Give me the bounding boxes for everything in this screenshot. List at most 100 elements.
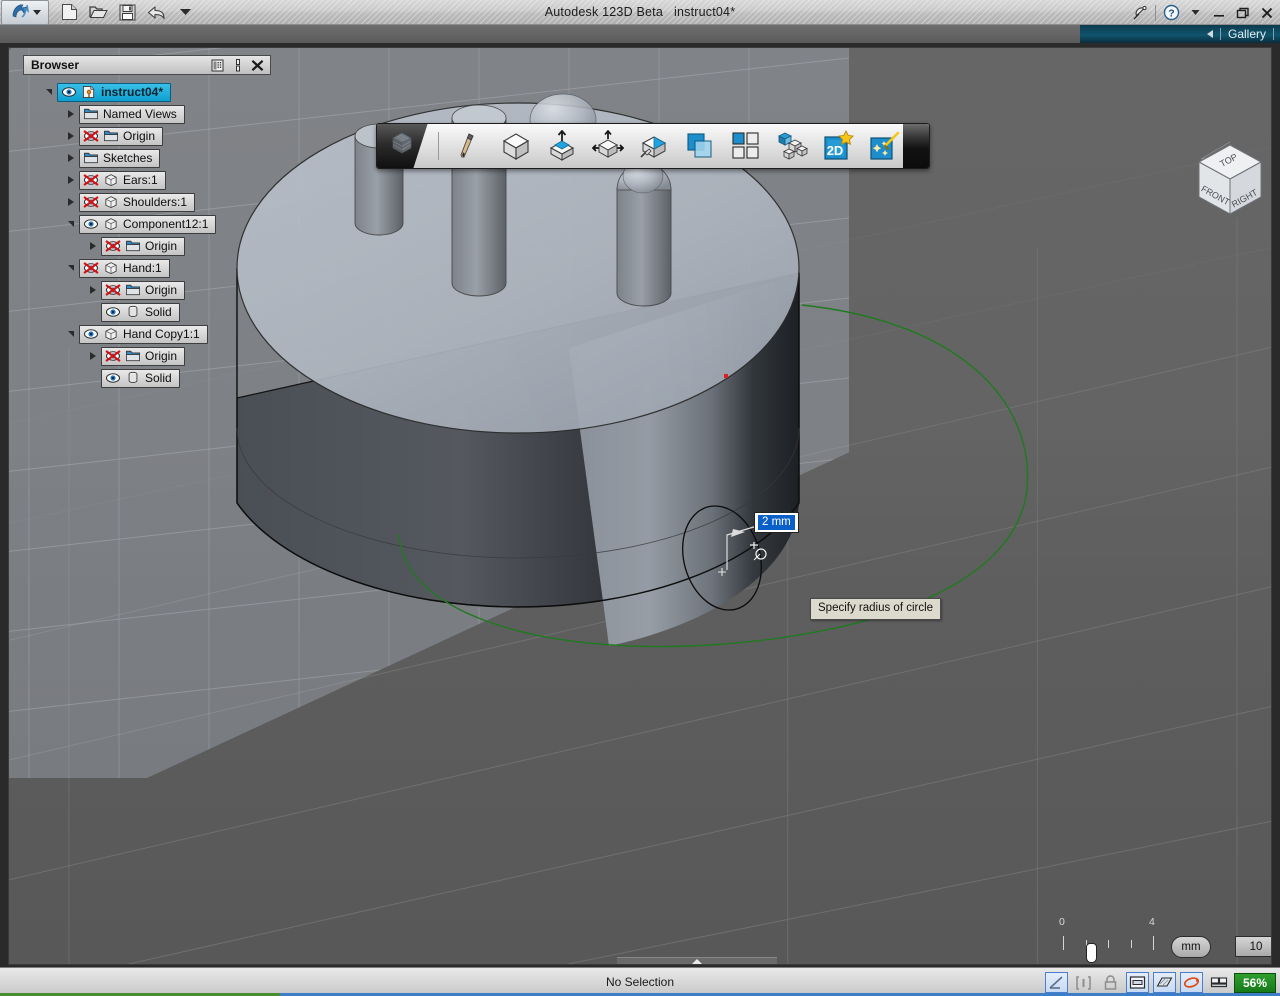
main-toolbar[interactable]: 2D	[376, 123, 930, 169]
tree-node[interactable]: Solid	[23, 301, 271, 323]
pattern-tool[interactable]	[635, 127, 673, 165]
view-cube[interactable]: TOP FRONT RIGHT	[1187, 136, 1272, 222]
tree-node[interactable]: Origin	[23, 345, 271, 367]
origin-point-marker	[724, 374, 728, 378]
twisty-glyph	[90, 352, 96, 360]
lock-toggle[interactable]	[1099, 972, 1122, 993]
tree-node[interactable]: Origin	[23, 235, 271, 257]
modify-tool[interactable]	[589, 127, 627, 165]
tree-twisty-open-icon[interactable]	[41, 84, 57, 100]
tree-node-chip[interactable]: Origin	[101, 347, 185, 366]
scale-ruler[interactable]: 0 4 1 mm 10	[1049, 916, 1272, 965]
grid-toggle[interactable]	[1126, 972, 1149, 993]
construct-tool[interactable]	[543, 127, 581, 165]
tree-node[interactable]: Named Views	[23, 103, 271, 125]
tree-node-chip[interactable]: Ears:1	[79, 171, 166, 190]
app-menu-chevron-down-icon	[33, 10, 41, 15]
assemble-tool[interactable]	[773, 127, 811, 165]
tree-node[interactable]: Shoulders:1	[23, 191, 271, 213]
question-circle-icon[interactable]: ?	[1162, 4, 1180, 22]
3d-viewport[interactable]: Browser	[8, 47, 1272, 965]
tree-node[interactable]: Ears:1	[23, 169, 271, 191]
new-document-button[interactable]	[59, 2, 79, 22]
tree-node-chip[interactable]: Sketches	[79, 149, 160, 168]
display-mode-toggle[interactable]	[1207, 972, 1230, 993]
tree-node[interactable]: Origin	[23, 125, 271, 147]
status-bar-tools[interactable]: 56%	[1045, 968, 1276, 996]
combine-tool[interactable]	[681, 127, 719, 165]
sketch-tool[interactable]	[451, 127, 489, 165]
tree-node-chip[interactable]: Solid	[101, 303, 180, 322]
plane-toggle[interactable]	[1153, 972, 1176, 993]
grouping-tool[interactable]	[727, 127, 765, 165]
tree-twisty-closed-icon[interactable]	[63, 150, 79, 166]
tree-node-chip[interactable]: Named Views	[79, 105, 185, 124]
cube-arrows-icon	[592, 130, 624, 162]
open-document-button[interactable]	[88, 2, 108, 22]
constraints-toggle[interactable]	[1072, 972, 1095, 993]
tree-twisty-open-icon[interactable]	[63, 216, 79, 232]
visibility-hidden-icon	[83, 130, 99, 142]
tree-node-chip[interactable]: Hand Copy1:1	[79, 325, 208, 344]
tree-node-chip[interactable]: Solid	[101, 369, 180, 388]
twisty-glyph	[68, 154, 74, 162]
2d-star-icon: 2D	[822, 130, 854, 162]
tree-node[interactable]: Solid	[23, 367, 271, 389]
snap-toggle[interactable]	[1045, 972, 1068, 993]
primitives-tool[interactable]	[497, 127, 535, 165]
visibility-hidden-icon	[105, 240, 121, 252]
tree-node-chip[interactable]: Component12:1	[79, 215, 216, 234]
undo-button[interactable]	[146, 2, 166, 22]
tree-twisty-closed-icon[interactable]	[85, 282, 101, 298]
tree-node-chip[interactable]: Origin	[101, 237, 185, 256]
tree-twisty-open-icon[interactable]	[63, 260, 79, 276]
tree-node[interactable]: Sketches	[23, 147, 271, 169]
radius-dimension-value[interactable]: 2 mm	[758, 515, 795, 530]
application-menu-button[interactable]	[1, 0, 49, 25]
gallery-collapse-icon[interactable]	[1207, 30, 1213, 38]
toolbar-home-button[interactable]	[377, 124, 428, 168]
tree-twisty-open-icon[interactable]	[63, 326, 79, 342]
viewport-expand-tab[interactable]	[617, 957, 777, 965]
gallery-label[interactable]: Gallery	[1228, 27, 1266, 41]
browser-filter-icon[interactable]	[211, 59, 224, 72]
satellite-icon[interactable]	[1131, 4, 1149, 22]
tree-node-chip[interactable]: Hand:1	[79, 259, 170, 278]
smart-tool[interactable]	[865, 127, 903, 165]
tree-node[interactable]: Hand Copy1:1	[23, 323, 271, 345]
tree-twisty-closed-icon[interactable]	[85, 238, 101, 254]
minimize-button[interactable]	[1210, 4, 1228, 22]
browser-options-icon[interactable]	[231, 59, 244, 72]
tree-twisty-closed-icon[interactable]	[85, 348, 101, 364]
2d-drawing-tool[interactable]: 2D	[819, 127, 857, 165]
tree-twisty-closed-icon[interactable]	[63, 172, 79, 188]
tree-node[interactable]: Origin	[23, 279, 271, 301]
browser-close-icon[interactable]	[251, 59, 264, 72]
tree-node-chip[interactable]: instruct04*	[57, 83, 171, 102]
save-document-button[interactable]	[117, 2, 137, 22]
tree-twisty-closed-icon[interactable]	[63, 128, 79, 144]
orbit-snap-toggle[interactable]	[1180, 972, 1203, 993]
gallery-divider-2	[1273, 28, 1274, 40]
scale-value-field[interactable]: 10	[1235, 936, 1272, 957]
tree-node-chip[interactable]: Origin	[79, 127, 163, 146]
folder-icon	[103, 129, 119, 143]
tree-node[interactable]: Component12:1	[23, 213, 271, 235]
ruler-slider-handle[interactable]	[1086, 943, 1097, 963]
toolbar-items[interactable]: 2D	[428, 124, 903, 168]
tree-node-chip[interactable]: Origin	[101, 281, 185, 300]
units-selector[interactable]: mm	[1171, 936, 1211, 958]
tree-twisty-closed-icon[interactable]	[63, 194, 79, 210]
model-tree[interactable]: instruct04* Named Views Origin Sketches …	[23, 81, 271, 389]
radius-dimension-input[interactable]: 2 mm	[754, 512, 799, 533]
tree-node[interactable]: instruct04*	[23, 81, 271, 103]
tree-node[interactable]: Hand:1	[23, 257, 271, 279]
zoom-level-badge[interactable]: 56%	[1234, 973, 1276, 993]
tree-node-chip[interactable]: Shoulders:1	[79, 193, 195, 212]
browser-panel[interactable]: Browser	[23, 55, 271, 389]
help-chevron-down-icon[interactable]	[1186, 4, 1204, 22]
close-button[interactable]	[1258, 4, 1276, 22]
tree-twisty-closed-icon[interactable]	[63, 106, 79, 122]
restore-button[interactable]	[1234, 4, 1252, 22]
quick-access-chevron-down-icon[interactable]	[175, 2, 195, 22]
